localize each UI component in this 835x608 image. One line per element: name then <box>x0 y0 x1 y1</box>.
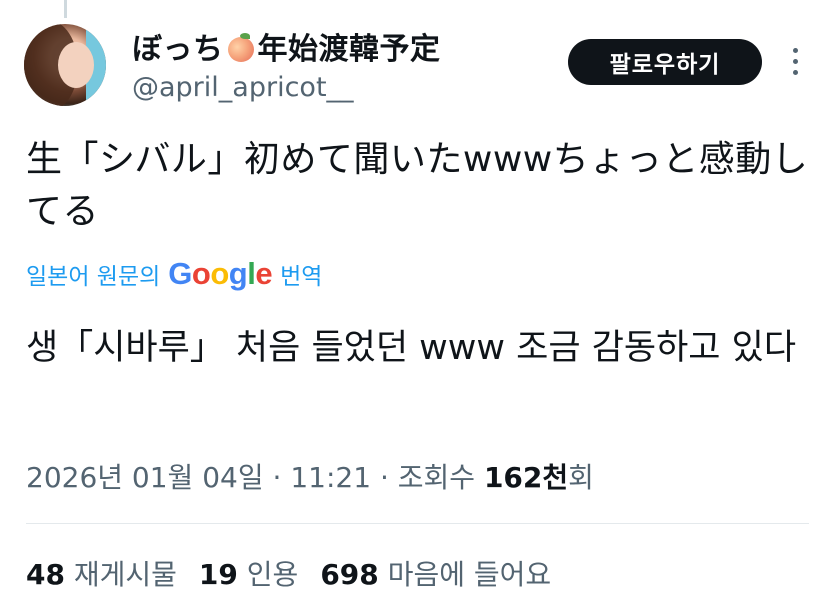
views-suffix: 회 <box>568 461 594 494</box>
translation-source-link[interactable]: 일본어 원문의 Google 번역 <box>26 256 322 292</box>
reposts-link[interactable]: 48 재게시물 <box>26 558 177 591</box>
thread-connector-line <box>64 0 67 18</box>
views-label: 조회수 <box>397 461 476 494</box>
divider <box>26 523 809 524</box>
display-name[interactable]: ぼっち 年始渡韓予定 <box>132 24 441 68</box>
likes-label: 마음에 들어요 <box>387 558 552 591</box>
translation-label-suffix: 번역 <box>280 264 323 290</box>
translation-label-prefix: 일본어 원문의 <box>26 264 161 290</box>
tweet-meta: 2026년 01월 04일 · 11:21 · 조회수 162천회 <box>26 456 594 496</box>
peach-icon <box>226 33 256 63</box>
avatar-face <box>58 42 94 88</box>
translated-text: 생「시바루」 처음 들었던 www 조금 감동하고 있다 <box>26 328 797 368</box>
reposts-label: 재게시물 <box>73 558 177 591</box>
follow-button[interactable]: 팔로우하기 <box>568 39 762 85</box>
meta-separator: · <box>379 461 389 494</box>
tweet-time[interactable]: 11:21 <box>290 461 371 494</box>
more-options-icon[interactable] <box>788 42 802 82</box>
quotes-count: 19 <box>198 558 238 591</box>
likes-count: 698 <box>320 558 379 591</box>
display-name-prefix: ぼっち <box>132 32 224 67</box>
quotes-label: 인용 <box>246 558 299 591</box>
tweet-text: 生「シバル」初めて聞いたwwwちょっと感動してる <box>26 139 809 232</box>
avatar[interactable] <box>24 24 106 106</box>
tweet-date[interactable]: 2026년 01월 04일 <box>26 461 264 494</box>
user-handle[interactable]: @april_apricot__ <box>132 72 354 103</box>
google-logo: Google <box>168 256 273 291</box>
reposts-count: 48 <box>26 558 65 591</box>
engagement-stats: 48 재게시물 19 인용 698 마음에 들어요 <box>26 553 551 593</box>
likes-link[interactable]: 698 마음에 들어요 <box>320 558 551 591</box>
quotes-link[interactable]: 19 인용 <box>199 558 298 591</box>
views-count: 162천 <box>483 461 569 494</box>
display-name-suffix: 年始渡韓予定 <box>257 32 441 67</box>
meta-separator: · <box>272 461 282 494</box>
